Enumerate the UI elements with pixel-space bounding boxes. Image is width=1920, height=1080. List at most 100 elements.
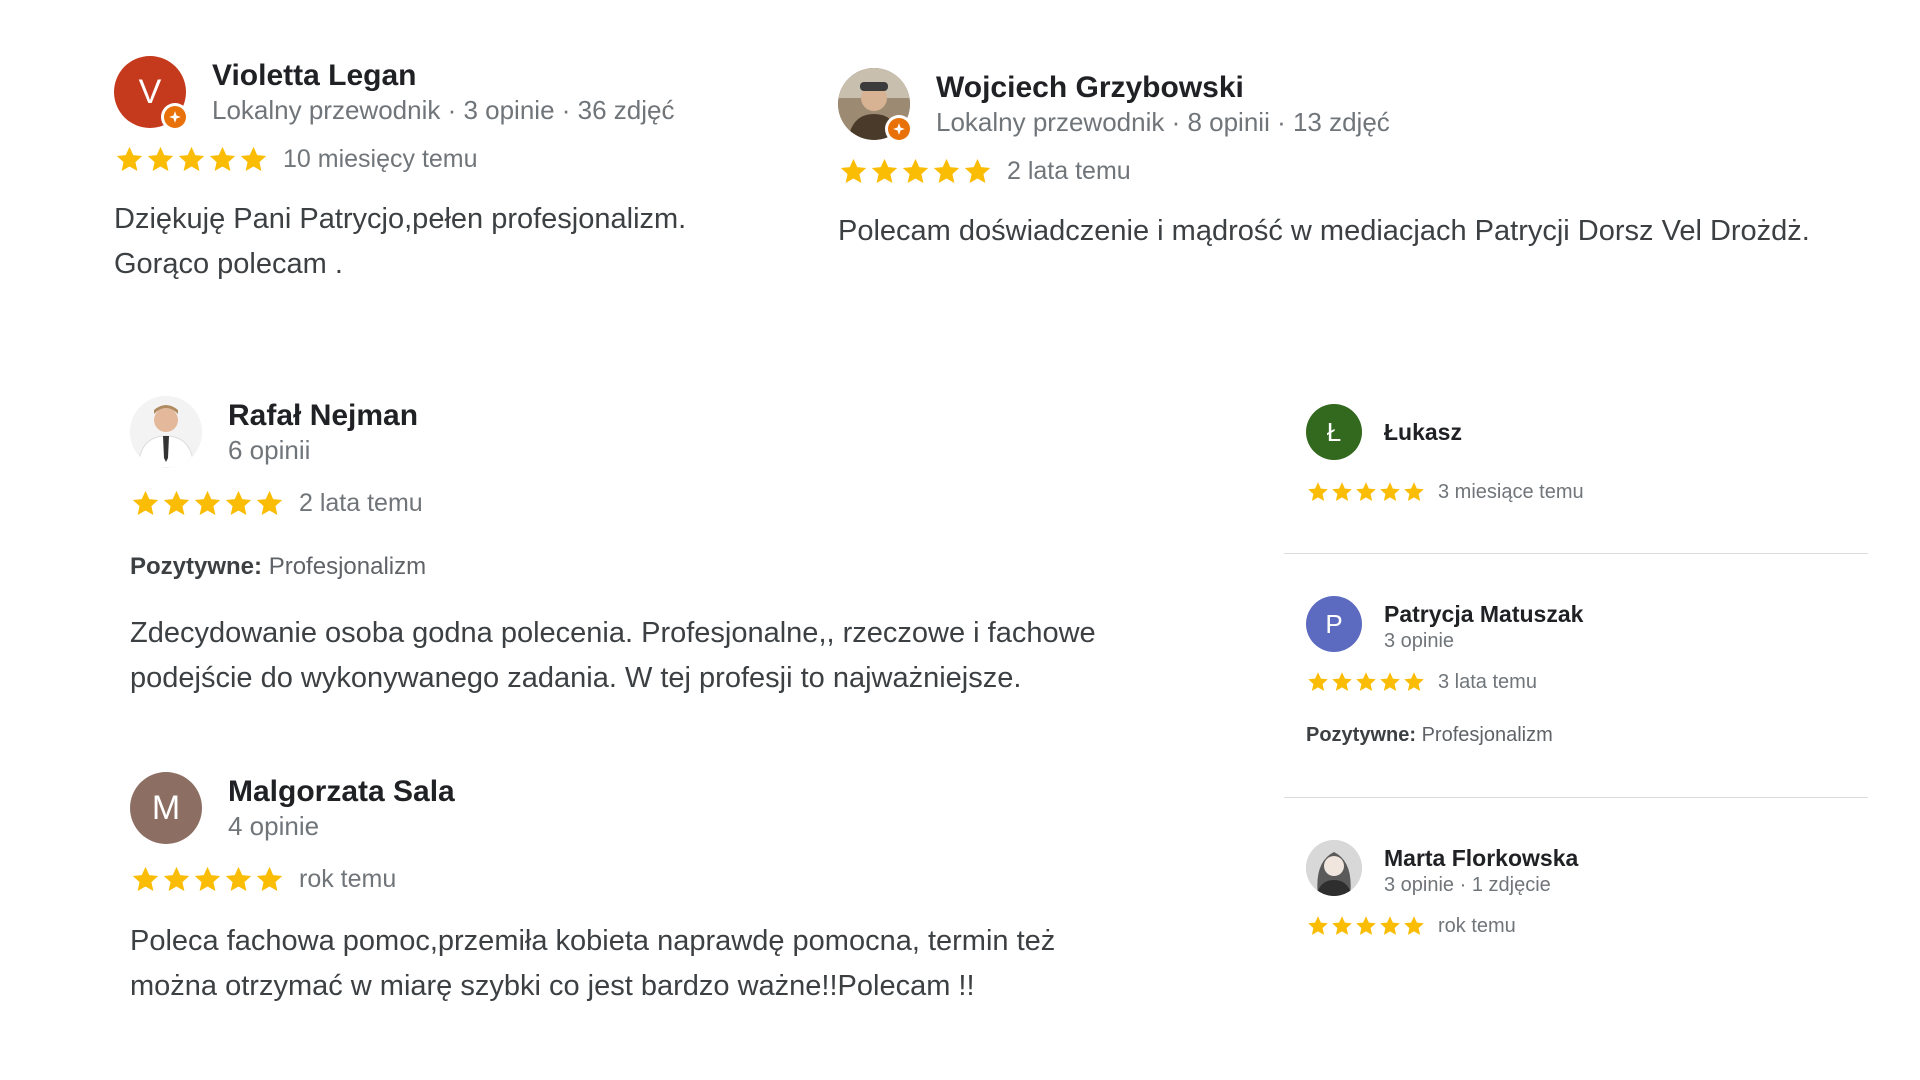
rating-row: 2 lata temu [838, 156, 1898, 187]
star-icon [1330, 914, 1354, 938]
star-icon [254, 864, 285, 895]
user-photo-icon [1306, 840, 1362, 896]
reviewer-meta: Lokalny przewodnik · 8 opinii · 13 zdjęć [936, 107, 1390, 137]
review-attributes: Pozytywne: Profesjonalizm [130, 553, 1250, 581]
review-attributes: Pozytywne: Profesjonalizm [1306, 724, 1866, 747]
star-icon [1402, 914, 1426, 938]
star-icon [161, 864, 192, 895]
reviewer-info: Patrycja Matuszak 3 opinie [1384, 600, 1583, 654]
attribute-value: Profesjonalizm [1421, 724, 1553, 746]
star-icon [931, 156, 962, 187]
star-icon [1330, 670, 1354, 694]
avatar-letter: V [138, 72, 162, 111]
attribute-label: Pozytywne: [1306, 724, 1417, 746]
star-icon [1330, 480, 1354, 504]
avatar[interactable]: P [1306, 596, 1362, 652]
review-card: Rafał Nejman 6 opinii 2 lata temu Pozyty… [130, 396, 1250, 701]
reviewer-name[interactable]: Wojciech Grzybowski [936, 70, 1390, 106]
review-time: 10 miesięcy temu [283, 145, 478, 173]
star-icon [1378, 670, 1402, 694]
reviewer-name[interactable]: Rafał Nejman [228, 398, 418, 434]
reviewer-meta: Lokalny przewodnik · 3 opinie · 36 zdjęć [212, 95, 675, 125]
star-icon [1378, 914, 1402, 938]
review-time: 2 lata temu [299, 489, 423, 517]
star-icon [207, 144, 238, 175]
review-header: P Patrycja Matuszak 3 opinie [1306, 596, 1866, 654]
star-icon [1306, 914, 1330, 938]
reviewer-name[interactable]: Malgorzata Sala [228, 774, 455, 810]
review-text: Zdecydowanie osoba godna polecenia. Prof… [130, 611, 1250, 701]
review-text: Polecam doświadczenie i mądrość w mediac… [838, 209, 1898, 254]
review-time: 3 lata temu [1438, 670, 1537, 693]
avatar[interactable]: V [114, 56, 189, 131]
review-header: M Malgorzata Sala 4 opinie [130, 772, 1250, 844]
reviewer-name[interactable]: Patrycja Matuszak [1384, 600, 1583, 628]
star-icon [192, 488, 223, 519]
review-card: P Patrycja Matuszak 3 opinie 3 lata temu… [1306, 596, 1866, 747]
star-icon [176, 144, 207, 175]
avatar[interactable] [130, 396, 202, 468]
review-text-line: można otrzymać w miarę szybki co jest ba… [130, 970, 975, 1002]
review-card: Wojciech Grzybowski Lokalny przewodnik ·… [838, 68, 1898, 254]
star-rating [838, 156, 993, 187]
reviewer-info: Rafał Nejman 6 opinii [228, 398, 418, 466]
avatar[interactable]: Ł [1306, 404, 1362, 460]
reviewer-info: Malgorzata Sala 4 opinie [228, 774, 455, 842]
star-rating [1306, 480, 1426, 504]
reviewer-info: Łukasz [1384, 418, 1462, 446]
review-time: rok temu [299, 865, 397, 893]
avatar-letter: M [151, 788, 181, 827]
rating-row: 2 lata temu [130, 488, 1250, 519]
star-rating [114, 144, 269, 175]
reviewer-info: Violetta Legan Lokalny przewodnik · 3 op… [212, 58, 674, 126]
reviewer-name[interactable]: Violetta Legan [212, 58, 674, 94]
star-icon [962, 156, 993, 187]
reviewer-info: Marta Florkowska 3 opinie · 1 zdjęcie [1384, 844, 1578, 898]
star-icon [254, 488, 285, 519]
review-card: V Violetta Legan Lokalny przewodnik · 3 … [114, 56, 754, 287]
review-text-line: Dziękuję Pani Patrycjo,pełen profesjonal… [114, 203, 687, 235]
star-icon [130, 488, 161, 519]
reviewer-name[interactable]: Łukasz [1384, 418, 1462, 446]
star-icon [1402, 670, 1426, 694]
review-text: Dziękuję Pani Patrycjo,pełen profesjonal… [114, 197, 754, 287]
reviewer-meta: 6 opinii [228, 435, 311, 465]
avatar[interactable] [838, 68, 913, 143]
star-icon [869, 156, 900, 187]
review-text: Poleca fachowa pomoc,przemiła kobieta na… [130, 919, 1250, 1009]
avatar[interactable]: M [130, 772, 202, 844]
star-icon [1378, 480, 1402, 504]
star-icon [223, 488, 254, 519]
review-header: Wojciech Grzybowski Lokalny przewodnik ·… [838, 68, 1898, 143]
star-icon [1354, 670, 1378, 694]
review-text-line: Poleca fachowa pomoc,przemiła kobieta na… [130, 925, 1056, 957]
star-icon [1354, 914, 1378, 938]
review-card: Marta Florkowska 3 opinie · 1 zdjęcie ro… [1306, 840, 1866, 938]
star-icon [900, 156, 931, 187]
star-rating [130, 864, 285, 895]
reviewer-meta: 3 opinie [1384, 630, 1455, 652]
review-time: 3 miesiące temu [1438, 480, 1584, 503]
avatar[interactable] [1306, 840, 1362, 896]
review-text-line: Zdecydowanie osoba godna polecenia. Prof… [130, 617, 1096, 649]
rating-row: rok temu [130, 864, 1250, 895]
reviewer-meta: 4 opinie [228, 811, 320, 841]
local-guide-badge-icon [885, 115, 913, 143]
review-card: Ł Łukasz 3 miesiące temu [1306, 404, 1866, 504]
star-icon [130, 864, 161, 895]
rating-row: 3 miesiące temu [1306, 480, 1866, 504]
star-icon [238, 144, 269, 175]
local-guide-badge-icon [161, 103, 189, 131]
star-rating [1306, 670, 1426, 694]
user-photo-icon [130, 396, 202, 468]
reviewer-name[interactable]: Marta Florkowska [1384, 844, 1578, 872]
review-text-line: Gorąco polecam . [114, 248, 343, 280]
review-card: M Malgorzata Sala 4 opinie rok temu Pole… [130, 772, 1250, 1009]
star-icon [838, 156, 869, 187]
star-rating [1306, 914, 1426, 938]
star-icon [145, 144, 176, 175]
avatar-letter: P [1325, 608, 1343, 639]
review-header: Rafał Nejman 6 opinii [130, 396, 1250, 468]
divider [1284, 797, 1868, 798]
review-text-line: Polecam doświadczenie i mądrość w mediac… [838, 215, 1810, 247]
